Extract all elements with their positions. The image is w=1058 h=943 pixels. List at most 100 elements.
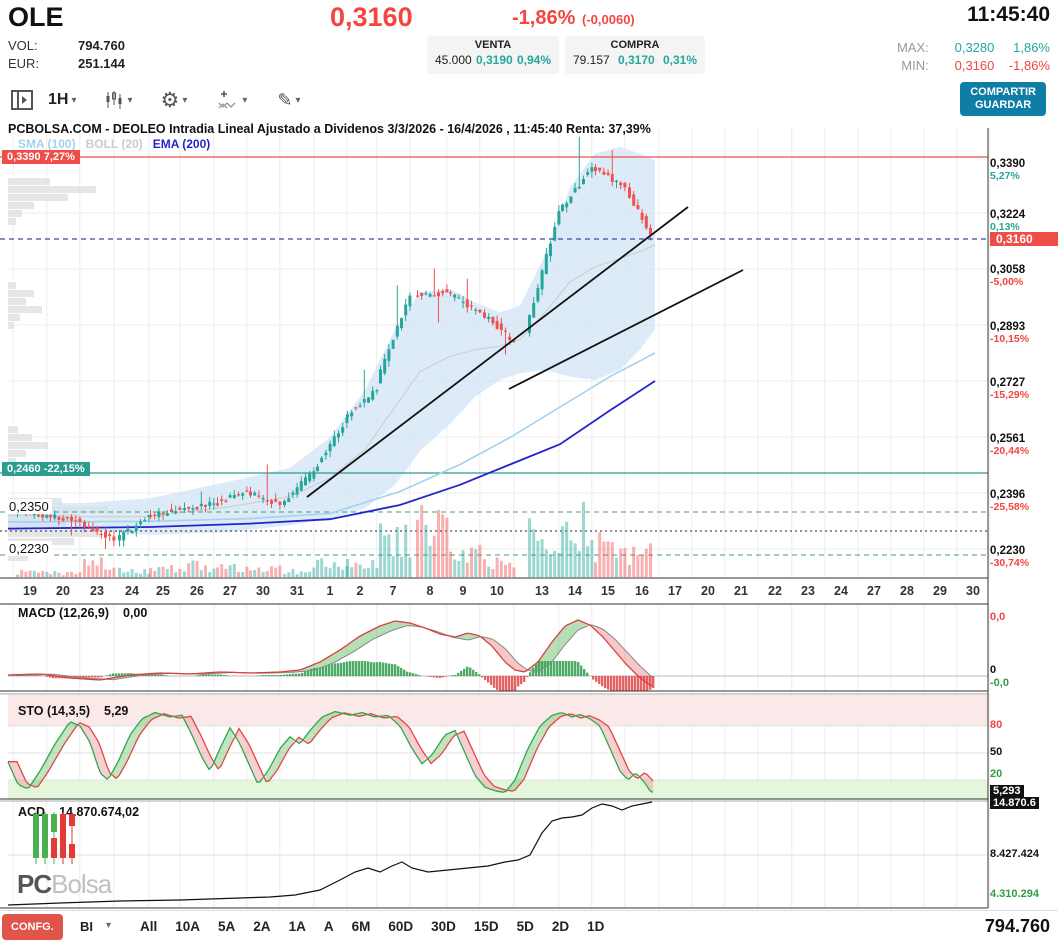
bid-title: COMPRA bbox=[565, 36, 705, 51]
logo-bolsa: Bolsa bbox=[51, 869, 111, 899]
legend-item-2[interactable]: EMA (200) bbox=[153, 137, 211, 151]
ask-panel: VENTA 45.000 0,3190 0,94% bbox=[427, 36, 559, 74]
chart-type-button[interactable]: ▾ bbox=[104, 90, 132, 110]
date-label: 14 bbox=[568, 584, 582, 598]
legend-item-0[interactable]: SMA (100) bbox=[18, 137, 76, 151]
date-label: 25 bbox=[156, 584, 170, 598]
range-1d[interactable]: 1D bbox=[587, 919, 604, 934]
axis-price-label: 0,2727-15,29% bbox=[990, 377, 1056, 401]
panel-axis-label: 20 bbox=[990, 768, 1002, 780]
ask-title: VENTA bbox=[427, 36, 559, 51]
add-indicator-icon bbox=[217, 89, 239, 111]
range-15d[interactable]: 15D bbox=[474, 919, 499, 934]
date-label: 15 bbox=[601, 584, 615, 598]
share-save-button[interactable]: COMPARTIR GUARDAR bbox=[960, 82, 1046, 116]
bid-percent: 0,31% bbox=[663, 53, 697, 67]
date-label: 20 bbox=[56, 584, 70, 598]
date-label: 29 bbox=[933, 584, 947, 598]
panel-axis-label: 80 bbox=[990, 719, 1002, 731]
candlestick-icon bbox=[104, 90, 124, 110]
ask-price: 0,3190 bbox=[476, 53, 513, 67]
panel-toggle-icon bbox=[10, 88, 34, 112]
date-label: 7 bbox=[390, 584, 397, 598]
session-volume-total: 794.760 bbox=[985, 916, 1050, 937]
panel-axis-label: -0,0 bbox=[990, 677, 1009, 689]
min-label: MIN: bbox=[901, 58, 928, 73]
trading-app: OLE VOL:794.760 EUR:251.144 0,3160 -1,86… bbox=[0, 0, 1058, 943]
range-10a[interactable]: 10A bbox=[175, 919, 200, 934]
timeframe-value: 1H bbox=[48, 91, 68, 109]
gear-icon: ⚙ bbox=[161, 88, 180, 113]
settings-button[interactable]: ⚙ ▾ bbox=[161, 88, 188, 113]
chevron-down-icon: ▾ bbox=[296, 95, 301, 106]
pcbolsa-logo-text: PCBolsa bbox=[17, 869, 111, 900]
ask-quantity: 45.000 bbox=[435, 53, 472, 67]
macd-panel-title: MACD (12,26,9)0,00 bbox=[18, 606, 147, 620]
mode-selector[interactable]: BI bbox=[80, 919, 93, 934]
save-label: GUARDAR bbox=[970, 99, 1036, 112]
date-label: 24 bbox=[834, 584, 848, 598]
max-label: MAX: bbox=[897, 40, 929, 55]
date-label: 27 bbox=[867, 584, 881, 598]
panel-axis-label: 14.870.6 bbox=[990, 797, 1039, 809]
range-2a[interactable]: 2A bbox=[253, 919, 270, 934]
axis-price-label: 0,3058-5,00% bbox=[990, 264, 1056, 288]
date-label: 27 bbox=[223, 584, 237, 598]
change-percent: -1,86% bbox=[512, 7, 575, 30]
date-label: 23 bbox=[90, 584, 104, 598]
date-label: 9 bbox=[460, 584, 467, 598]
timeframe-selector[interactable]: 1H ▾ bbox=[48, 91, 76, 109]
date-label: 28 bbox=[900, 584, 914, 598]
axis-price-label: 0,2561-20,44% bbox=[990, 433, 1056, 457]
bid-price: 0,3170 bbox=[618, 53, 655, 67]
current-price-label: 0,3160 bbox=[990, 232, 1058, 246]
range-1a[interactable]: 1A bbox=[289, 919, 306, 934]
range-5d[interactable]: 5D bbox=[517, 919, 534, 934]
date-label: 31 bbox=[290, 584, 304, 598]
logo-pc: PC bbox=[17, 869, 51, 899]
date-label: 17 bbox=[668, 584, 682, 598]
max-row: MAX: 0,3280 1,86% bbox=[897, 40, 1050, 55]
symbol-title: OLE bbox=[8, 2, 64, 33]
date-label: 2 bbox=[357, 584, 364, 598]
chevron-down-icon: ▾ bbox=[242, 95, 247, 106]
date-label: 23 bbox=[801, 584, 815, 598]
range-6m[interactable]: 6M bbox=[352, 919, 371, 934]
axis-price-label: 0,32240,13% bbox=[990, 209, 1056, 233]
date-label: 21 bbox=[734, 584, 748, 598]
date-label: 22 bbox=[768, 584, 782, 598]
range-30d[interactable]: 30D bbox=[431, 919, 456, 934]
config-button[interactable]: CONFG. bbox=[2, 914, 63, 940]
indicator-legend: SMA (100) BOLL (20) EMA (200) bbox=[18, 137, 210, 151]
sto-value: 5,29 bbox=[104, 704, 128, 718]
panel-axis-label: 0 bbox=[990, 664, 996, 676]
legend-item-1[interactable]: BOLL (20) bbox=[86, 137, 143, 151]
vol-label: VOL: bbox=[8, 38, 50, 53]
max-percent: 1,86% bbox=[998, 40, 1050, 55]
add-indicator-button[interactable]: ▾ bbox=[217, 89, 247, 111]
date-label: 13 bbox=[535, 584, 549, 598]
ask-percent: 0,94% bbox=[517, 53, 551, 67]
draw-tools-button[interactable]: ✎ ▾ bbox=[277, 90, 300, 111]
panel-axis-label: 4.310.294 bbox=[990, 888, 1039, 900]
panel-toggle-button[interactable] bbox=[10, 88, 34, 112]
pcbolsa-logo-icon bbox=[33, 812, 93, 864]
min-price: 0,3160 bbox=[938, 58, 994, 73]
date-label: 26 bbox=[190, 584, 204, 598]
axis-price-label: 0,2396-25,58% bbox=[990, 489, 1056, 513]
range-a[interactable]: A bbox=[324, 919, 334, 934]
range-all[interactable]: All bbox=[140, 919, 157, 934]
chart-toolbar: 1H ▾ ▾ ⚙ ▾ ▾ ✎ ▾ bbox=[0, 82, 1058, 118]
left-price-label: 0,2350 bbox=[6, 499, 52, 514]
date-label: 16 bbox=[635, 584, 649, 598]
date-label: 1 bbox=[327, 584, 334, 598]
date-label: 30 bbox=[966, 584, 980, 598]
range-2d[interactable]: 2D bbox=[552, 919, 569, 934]
range-60d[interactable]: 60D bbox=[388, 919, 413, 934]
axis-price-label: 0,33905,27% bbox=[990, 158, 1056, 182]
pcbolsa-logo: PCBolsa bbox=[17, 812, 111, 900]
macd-value: 0,00 bbox=[123, 606, 147, 620]
chevron-down-icon: ▾ bbox=[182, 95, 187, 106]
chevron-down-icon: ▾ bbox=[71, 95, 76, 106]
range-5a[interactable]: 5A bbox=[218, 919, 235, 934]
